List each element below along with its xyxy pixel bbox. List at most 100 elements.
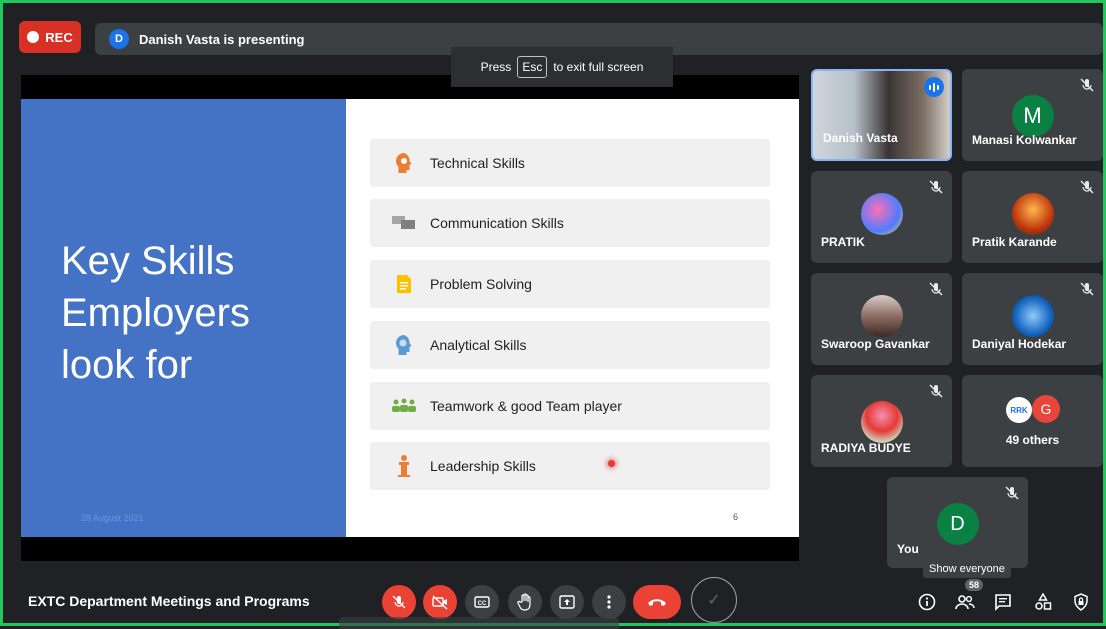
taskbar-overlay	[339, 617, 619, 629]
raise-hand-button[interactable]	[508, 585, 542, 619]
slide: Key Skills Employers look for 28 August …	[21, 99, 799, 537]
participant-name: RADIYA BUDYE	[821, 441, 911, 455]
presenting-text: Danish Vasta is presenting	[139, 31, 305, 47]
mic-off-icon	[929, 180, 943, 194]
skill-label: Leadership Skills	[430, 458, 536, 474]
skill-item: Technical Skills	[370, 139, 770, 187]
leave-call-button[interactable]	[633, 585, 681, 619]
participant-name: Pratik Karande	[972, 235, 1057, 249]
meeting-details-button[interactable]	[914, 589, 940, 615]
others-tile[interactable]: RRK G 49 others	[962, 375, 1103, 467]
esc-key: Esc	[517, 56, 548, 78]
participant-avatar: D	[936, 503, 979, 545]
svg-text:CC: CC	[478, 601, 487, 607]
slide-title: Key Skills Employers look for	[61, 235, 321, 391]
skill-item: Analytical Skills	[370, 321, 770, 369]
record-dot-icon	[27, 31, 40, 43]
mic-off-icon	[1080, 78, 1094, 92]
participant-tile[interactable]: PRATIK	[811, 171, 952, 263]
participant-tile[interactable]: Daniyal Hodekar	[962, 273, 1103, 365]
recording-label: REC	[45, 29, 73, 45]
mic-toggle-button[interactable]	[382, 585, 416, 619]
others-count: 49 others	[1005, 433, 1060, 447]
mic-off-icon	[1005, 486, 1019, 500]
skill-item: Problem Solving	[370, 260, 770, 308]
skill-label: Technical Skills	[430, 155, 525, 171]
participant-name: Danish Vasta	[823, 131, 898, 145]
slide-page-number: 6	[733, 512, 739, 522]
presentation-area: Key Skills Employers look for 28 August …	[21, 75, 799, 561]
participant-tile[interactable]: Danish Vasta	[811, 69, 952, 161]
participant-name: Daniyal Hodekar	[972, 337, 1067, 351]
hand-icon	[517, 593, 531, 611]
fullscreen-tooltip: Press Esc to exit full screen	[451, 47, 673, 87]
participant-tile[interactable]: M Manasi Kolwankar	[962, 69, 1103, 161]
shapes-icon	[1035, 593, 1052, 610]
podium-person-icon	[384, 454, 424, 478]
meeting-title: EXTC Department Meetings and Programs	[28, 593, 310, 609]
present-icon	[559, 595, 575, 609]
participant-tile[interactable]: RADIYA BUDYE	[811, 375, 952, 467]
phone-hangup-icon	[648, 599, 666, 606]
brain-head-icon	[384, 334, 424, 356]
mic-off-icon	[929, 282, 943, 296]
tooltip-text-before: Press	[480, 60, 512, 74]
gear-head-icon	[384, 152, 424, 174]
participant-avatar: G	[1032, 395, 1060, 423]
host-controls-button[interactable]	[1068, 589, 1094, 615]
slide-title-line: look for	[61, 343, 193, 387]
show-everyone-button[interactable]	[952, 589, 978, 615]
speech-bubbles-icon	[384, 215, 424, 231]
participant-avatar	[860, 295, 903, 337]
participant-avatar	[1011, 193, 1054, 235]
mic-off-icon	[392, 595, 406, 609]
slide-title-line: Employers	[61, 291, 250, 335]
chat-button[interactable]	[990, 589, 1016, 615]
participant-avatar: RRK	[1006, 397, 1032, 423]
captions-icon: CC	[474, 596, 490, 608]
participant-tile[interactable]: Pratik Karande	[962, 171, 1103, 263]
participant-avatar	[1011, 295, 1054, 337]
slide-date: 28 August 2021	[81, 513, 144, 523]
skill-item: Teamwork & good Team player	[370, 382, 770, 430]
participant-avatar: M	[1011, 95, 1054, 137]
meet-window: REC D Danish Vasta is presenting Key Ski…	[0, 0, 1106, 629]
chat-icon	[995, 594, 1011, 611]
participant-avatar	[860, 401, 903, 443]
people-count-badge: 58	[965, 579, 984, 591]
participant-name: Manasi Kolwankar	[972, 133, 1077, 147]
slide-title-panel: Key Skills Employers look for 28 August …	[21, 99, 346, 537]
participant-avatar	[860, 193, 903, 235]
skill-label: Problem Solving	[430, 276, 532, 292]
mic-off-icon	[929, 384, 943, 398]
recording-badge: REC	[19, 21, 81, 53]
camera-off-icon	[432, 595, 448, 610]
shield-lock-icon	[1074, 593, 1088, 611]
participant-name: Swaroop Gavankar	[821, 337, 930, 351]
mic-off-icon	[1080, 180, 1094, 194]
speaking-indicator-icon	[924, 77, 944, 97]
tooltip-text-after: to exit full screen	[553, 60, 644, 74]
skill-label: Teamwork & good Team player	[430, 398, 622, 414]
participant-name: PRATIK	[821, 235, 865, 249]
more-vert-icon	[607, 595, 611, 609]
skill-label: Communication Skills	[430, 215, 564, 231]
people-icon	[955, 595, 975, 610]
mic-off-icon	[1080, 282, 1094, 296]
present-now-button[interactable]	[550, 585, 584, 619]
participant-tile[interactable]: Swaroop Gavankar	[811, 273, 952, 365]
document-icon	[384, 274, 424, 294]
participant-name: You	[897, 542, 919, 556]
skill-item: Communication Skills	[370, 199, 770, 247]
presenter-avatar: D	[109, 29, 129, 49]
self-tile[interactable]: D You	[887, 477, 1028, 568]
check-circle-icon: ✓	[691, 577, 737, 623]
more-options-button[interactable]	[592, 585, 626, 619]
people-group-icon	[384, 398, 424, 414]
info-icon	[918, 593, 936, 611]
slide-title-line: Key Skills	[61, 239, 235, 283]
captions-button[interactable]: CC	[465, 585, 499, 619]
activities-button[interactable]	[1030, 589, 1056, 615]
skill-label: Analytical Skills	[430, 337, 527, 353]
camera-toggle-button[interactable]	[423, 585, 457, 619]
